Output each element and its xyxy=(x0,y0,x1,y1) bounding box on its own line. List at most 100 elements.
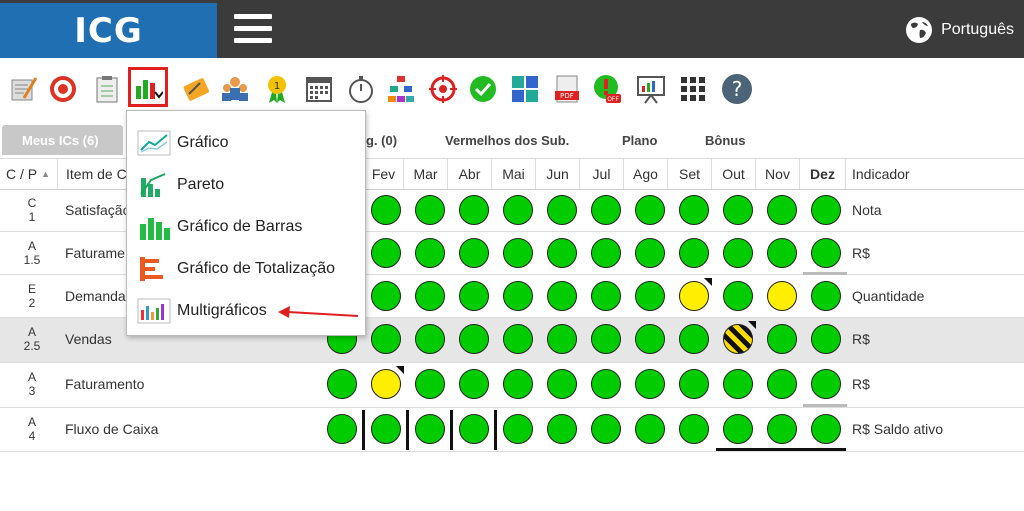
team-icon[interactable] xyxy=(218,72,252,106)
status-circle[interactable] xyxy=(503,238,533,268)
status-circle[interactable] xyxy=(503,281,533,311)
status-circle[interactable] xyxy=(591,414,621,444)
status-circle[interactable] xyxy=(811,195,841,225)
status-circle[interactable] xyxy=(723,238,753,268)
status-circle[interactable] xyxy=(767,238,797,268)
status-circle[interactable] xyxy=(635,324,665,354)
status-circle[interactable] xyxy=(415,414,445,444)
crosshair-icon[interactable] xyxy=(426,72,460,106)
status-circle[interactable] xyxy=(415,238,445,268)
status-circle[interactable] xyxy=(811,414,841,444)
award-icon[interactable]: 1 xyxy=(260,72,294,106)
menu-item-multigraphs[interactable]: Multigráficos xyxy=(137,295,267,327)
help-icon[interactable]: ? xyxy=(720,72,754,106)
status-circle[interactable] xyxy=(767,369,797,399)
language-selector[interactable]: Português xyxy=(905,16,1014,44)
status-circle[interactable] xyxy=(679,414,709,444)
row-item: Vendas xyxy=(65,331,112,347)
table-row[interactable]: A4 Fluxo de Caixa R$ Saldo ativo xyxy=(0,408,1024,452)
status-circle[interactable] xyxy=(635,369,665,399)
stopwatch-icon[interactable] xyxy=(344,72,378,106)
menu-item-pareto[interactable]: Pareto xyxy=(137,169,224,201)
status-circle[interactable] xyxy=(459,281,489,311)
app-logo[interactable]: ICG xyxy=(0,3,217,58)
menu-icon[interactable] xyxy=(234,14,272,46)
calendar-icon[interactable] xyxy=(302,72,336,106)
check-icon[interactable] xyxy=(466,72,500,106)
col-cp-header[interactable]: C / P ▲ xyxy=(0,159,58,189)
pdf-icon[interactable]: PDF xyxy=(550,72,584,106)
status-circle[interactable] xyxy=(723,281,753,311)
status-circle[interactable] xyxy=(767,414,797,444)
status-circle[interactable] xyxy=(327,369,357,399)
status-circle[interactable] xyxy=(811,238,841,268)
tab-bonus[interactable]: Bônus xyxy=(705,125,745,155)
status-circle[interactable] xyxy=(415,324,445,354)
status-circle[interactable] xyxy=(723,369,753,399)
status-circle[interactable] xyxy=(635,238,665,268)
target-icon[interactable] xyxy=(46,72,80,106)
status-circle[interactable] xyxy=(547,195,577,225)
status-circle[interactable] xyxy=(327,414,357,444)
status-circle[interactable] xyxy=(591,195,621,225)
status-circle[interactable] xyxy=(503,414,533,444)
status-circle[interactable] xyxy=(415,195,445,225)
status-circle[interactable] xyxy=(723,414,753,444)
checklist-icon[interactable] xyxy=(90,72,124,106)
tab-my-ics[interactable]: Meus ICs (6) xyxy=(2,125,123,155)
status-circle[interactable] xyxy=(591,324,621,354)
table-row[interactable]: A3 Faturamento R$ xyxy=(0,363,1024,408)
status-circle[interactable] xyxy=(811,324,841,354)
menu-item-bar-chart[interactable]: Gráfico de Barras xyxy=(137,211,302,243)
status-circle[interactable] xyxy=(459,369,489,399)
puzzle-icon[interactable] xyxy=(508,72,542,106)
menu-item-totalization-chart[interactable]: Gráfico de Totalização xyxy=(137,253,335,285)
presentation-icon[interactable] xyxy=(634,72,668,106)
status-circle[interactable] xyxy=(723,195,753,225)
alert-off-icon[interactable]: OFF xyxy=(590,72,624,106)
status-circle[interactable] xyxy=(679,238,709,268)
status-circle[interactable] xyxy=(679,195,709,225)
status-circle[interactable] xyxy=(503,369,533,399)
status-circle[interactable] xyxy=(371,281,401,311)
status-circle[interactable] xyxy=(503,195,533,225)
status-circle[interactable] xyxy=(547,281,577,311)
status-circle[interactable] xyxy=(767,195,797,225)
status-circle[interactable] xyxy=(767,324,797,354)
status-circle[interactable] xyxy=(371,414,401,444)
status-circle[interactable] xyxy=(415,281,445,311)
org-chart-icon[interactable] xyxy=(384,72,418,106)
status-circle[interactable] xyxy=(459,195,489,225)
status-circle[interactable] xyxy=(547,238,577,268)
status-circle[interactable] xyxy=(811,369,841,399)
status-circle[interactable] xyxy=(591,238,621,268)
status-circle[interactable] xyxy=(371,238,401,268)
chart-icon[interactable] xyxy=(128,67,168,107)
edit-icon[interactable] xyxy=(6,72,40,106)
status-circle[interactable] xyxy=(547,414,577,444)
status-circle[interactable] xyxy=(371,324,401,354)
status-circle[interactable] xyxy=(635,281,665,311)
status-circle[interactable] xyxy=(635,195,665,225)
status-circle[interactable] xyxy=(679,324,709,354)
status-circle[interactable] xyxy=(371,195,401,225)
tab-plan[interactable]: Plano xyxy=(622,125,657,155)
status-circle[interactable] xyxy=(459,414,489,444)
status-circle[interactable] xyxy=(767,281,797,311)
status-circle[interactable] xyxy=(459,238,489,268)
menu-item-grafico[interactable]: Gráfico xyxy=(137,127,229,159)
status-circle[interactable] xyxy=(415,369,445,399)
status-circle[interactable] xyxy=(591,369,621,399)
status-circle[interactable] xyxy=(547,324,577,354)
status-circle[interactable] xyxy=(679,369,709,399)
tab-partial[interactable]: g. (0) xyxy=(366,125,397,155)
status-circle[interactable] xyxy=(547,369,577,399)
tab-red-sub[interactable]: Vermelhos dos Sub. xyxy=(445,125,569,155)
attach-icon[interactable] xyxy=(178,72,212,106)
status-circle[interactable] xyxy=(811,281,841,311)
status-circle[interactable] xyxy=(459,324,489,354)
status-circle[interactable] xyxy=(591,281,621,311)
status-circle[interactable] xyxy=(635,414,665,444)
status-circle[interactable] xyxy=(503,324,533,354)
grid-icon[interactable] xyxy=(676,72,710,106)
